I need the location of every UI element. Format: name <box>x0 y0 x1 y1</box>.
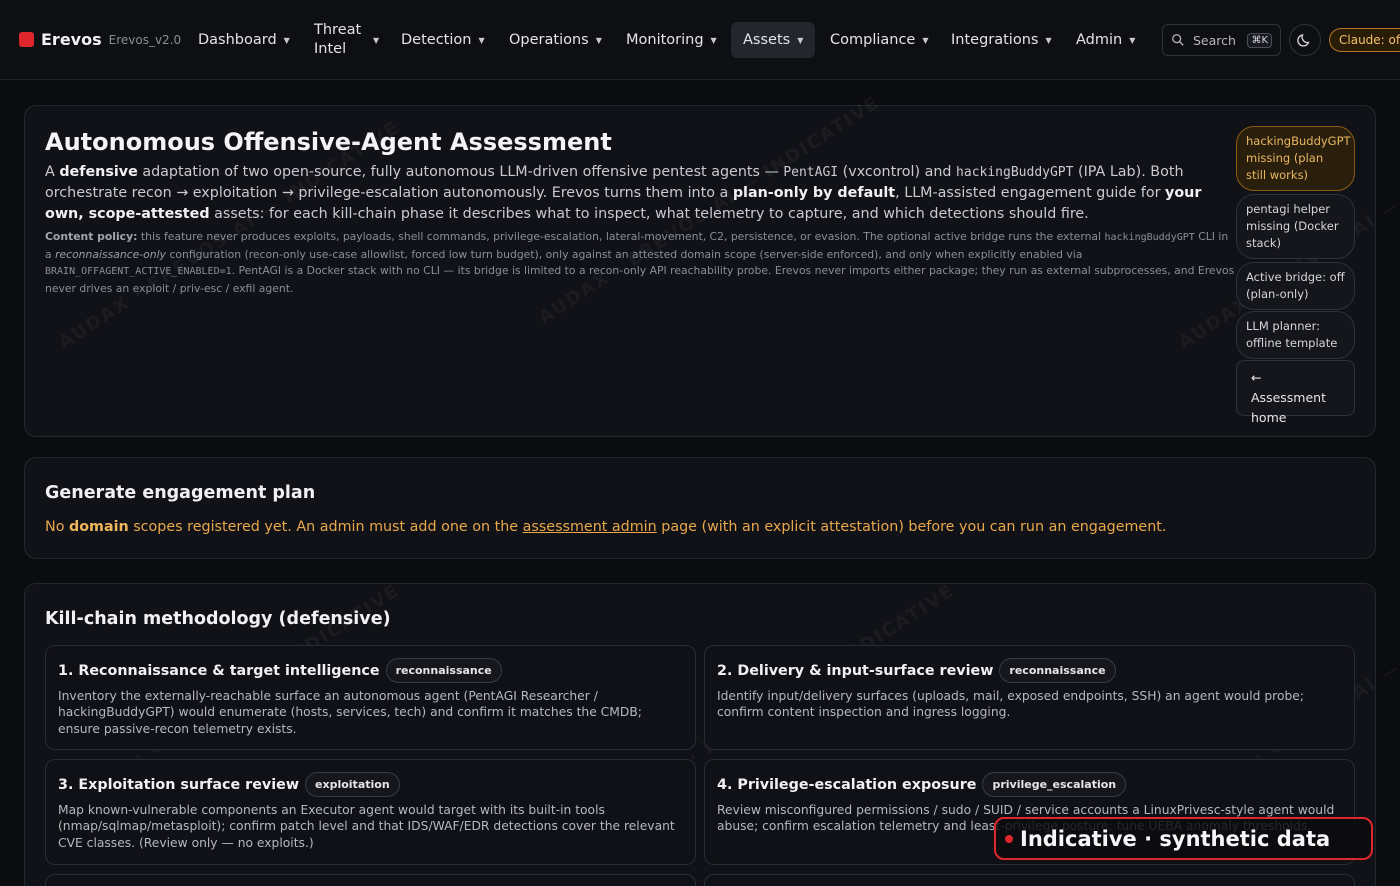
nav-label: Threat Intel <box>314 22 362 57</box>
nav-label: Monitoring <box>626 32 704 48</box>
chevron-down-icon: ▼ <box>710 35 717 45</box>
nav-integrations[interactable]: Integrations ▼ <box>939 22 1064 58</box>
nav-label: Admin <box>1076 32 1123 48</box>
phase-title: 1. Reconnaissance & target intelligence <box>58 662 380 679</box>
chevron-down-icon: ▼ <box>922 35 929 45</box>
llm-planner-badge: LLM planner: offline template <box>1236 311 1355 359</box>
content-policy-note: Content policy: this feature never produ… <box>45 230 1235 295</box>
brand[interactable]: Erevos Erevos_v2.0 <box>19 30 199 49</box>
hackingbuddygpt-status-badge: hackingBuddyGPT missing (plan still work… <box>1236 126 1355 191</box>
phase-card <box>704 874 1355 886</box>
indicative-data-banner: Indicative · synthetic data <box>994 817 1373 860</box>
phase-card: 1. Reconnaissance & target intelligence … <box>45 645 696 750</box>
nav-assets[interactable]: Assets ▼ <box>731 22 816 58</box>
search-icon <box>1172 34 1184 46</box>
chevron-down-icon: ▼ <box>478 35 485 45</box>
moon-icon <box>1297 34 1310 47</box>
pentagi-status-badge: pentagi helper missing (Docker stack) <box>1236 194 1355 259</box>
phase-card: 3. Exploitation surface review exploitat… <box>45 759 696 865</box>
erevos-logo-icon <box>19 32 34 47</box>
phase-description: Identify input/delivery surfaces (upload… <box>717 689 1304 720</box>
phase-description: Inventory the externally-reachable surfa… <box>58 689 642 736</box>
section-title: Generate engagement plan <box>45 483 316 503</box>
page-title: Autonomous Offensive-Agent Assessment <box>45 128 612 156</box>
nav-detection[interactable]: Detection ▼ <box>389 22 497 58</box>
nav-monitoring[interactable]: Monitoring ▼ <box>614 22 729 58</box>
nav-label: Compliance <box>830 32 916 48</box>
chevron-down-icon: ▼ <box>797 35 804 45</box>
brand-version: Erevos_v2.0 <box>108 32 182 47</box>
chevron-down-icon: ▼ <box>1045 35 1052 45</box>
nav-operations[interactable]: Operations ▼ <box>497 22 614 58</box>
phase-card: 2. Delivery & input-surface review recon… <box>704 645 1355 750</box>
nav-label: Integrations <box>951 32 1039 48</box>
assessment-home-button[interactable]: ← Assessment home <box>1236 360 1355 425</box>
nav-threat-intel[interactable]: Threat Intel ▼ <box>302 22 391 58</box>
search-label: Search <box>1193 32 1236 48</box>
theme-toggle-button[interactable] <box>1289 24 1321 56</box>
nav-admin[interactable]: Admin ▼ <box>1064 22 1147 58</box>
claude-status-badge[interactable]: Claude: offline <box>1329 28 1400 52</box>
phase-tag: exploitation <box>305 772 400 797</box>
engagement-plan-card: Generate engagement plan No domain scope… <box>24 457 1376 559</box>
scope-warning: No domain scopes registered yet. An admi… <box>45 519 1167 535</box>
active-bridge-badge: Active bridge: off (plan-only) <box>1236 262 1355 310</box>
nav-label: Dashboard <box>198 32 277 48</box>
nav-label: Operations <box>509 32 589 48</box>
chevron-down-icon: ▼ <box>1129 35 1136 45</box>
nav-label: Detection <box>401 32 472 48</box>
phase-title: 4. Privilege-escalation exposure <box>717 776 977 793</box>
chevron-down-icon: ▼ <box>283 35 290 45</box>
search-button[interactable]: Search ⌘K <box>1162 24 1281 56</box>
nav-label: Assets <box>743 32 791 48</box>
assessment-admin-link[interactable]: assessment admin <box>523 519 657 535</box>
hero-description: A defensive adaptation of two open-sourc… <box>45 164 1202 222</box>
indicative-label: Indicative · synthetic data <box>1020 826 1331 851</box>
status-dot-icon <box>1005 834 1013 843</box>
phase-description: Map known-vulnerable components an Execu… <box>58 803 675 850</box>
assessment-header-card: AUDAX · EREVOS AI — INDICATIVE AUDAX · E… <box>24 92 1400 437</box>
brand-name: Erevos <box>41 30 102 49</box>
chevron-down-icon: ▼ <box>595 35 602 45</box>
phase-title: 3. Exploitation surface review <box>58 776 300 793</box>
section-title: Kill-chain methodology (defensive) <box>45 609 391 629</box>
phase-title: 2. Delivery & input-surface review <box>717 662 994 679</box>
phase-tag: reconnaissance <box>385 658 502 683</box>
nav-compliance[interactable]: Compliance ▼ <box>818 22 941 58</box>
phase-card <box>45 874 696 886</box>
phase-tag: reconnaissance <box>999 658 1116 683</box>
top-navbar: Erevos Erevos_v2.0 Dashboard ▼ Threat Int… <box>0 0 1400 80</box>
nav-dashboard[interactable]: Dashboard ▼ <box>186 22 302 58</box>
search-shortcut: ⌘K <box>1247 32 1272 48</box>
chevron-down-icon: ▼ <box>373 35 380 45</box>
phase-tag: privilege_escalation <box>982 772 1127 797</box>
